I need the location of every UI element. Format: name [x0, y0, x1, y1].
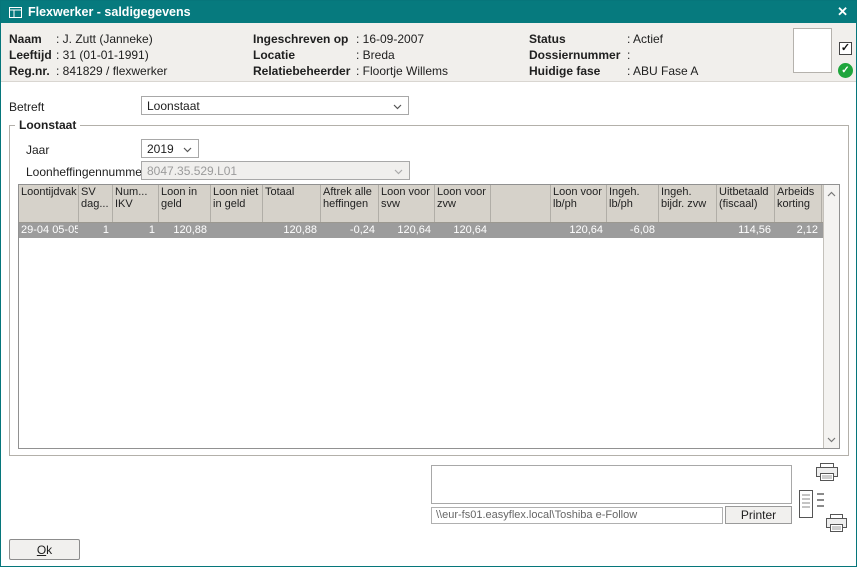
cell-loon-voor-zvw: 120,64 [435, 223, 491, 238]
printer-path-field[interactable]: \\eur-fs01.easyflex.local\Toshiba e-Foll… [431, 507, 723, 524]
info-column-personal: Naam: J. Zutt (Janneke) Leeftijd: 31 (01… [9, 32, 167, 80]
chevron-down-icon [394, 164, 403, 178]
printer-select-button[interactable] [795, 487, 851, 535]
info-label: Naam [9, 32, 56, 48]
info-column-status: Status: Actief Dossiernummer: Huidige fa… [529, 32, 698, 80]
status-ok-icon: ✓ [838, 63, 853, 78]
header-checkbox[interactable]: ✓ [839, 42, 852, 55]
jaar-dropdown[interactable]: 2019 [141, 139, 199, 158]
cell-uitbetaald-fiscaal: 114,56 [717, 223, 775, 238]
column-header: Loon niet in geld [211, 185, 263, 222]
info-value: : J. Zutt (Janneke) [56, 32, 167, 48]
info-value: : 841829 / flexwerker [56, 64, 167, 80]
info-label: Reg.nr. [9, 64, 56, 80]
cell-loontijdvak: 29-04 05-05 [19, 223, 79, 238]
groupbox-title: Loonstaat [15, 118, 80, 132]
info-column-registration: Ingeschreven op: 16-09-2007 Locatie: Bre… [253, 32, 448, 80]
page-icon [798, 489, 814, 519]
cell-ingeh-lbph: -6,08 [607, 223, 659, 238]
ok-button[interactable]: Ok [9, 539, 80, 560]
close-button[interactable]: ✕ [837, 1, 848, 23]
cell-nummer-ikv: 1 [113, 223, 159, 238]
flexwerker-saldigegevens-window: Flexwerker - saldigegevens ✕ Naam: J. Zu… [0, 0, 857, 567]
info-value: : ABU Fase A [627, 64, 698, 80]
titlebar: Flexwerker - saldigegevens ✕ [1, 1, 856, 23]
cell-loon-niet-in-geld [211, 223, 263, 238]
print-button[interactable] [807, 459, 847, 485]
column-header: Arbeids korting [775, 185, 822, 222]
scroll-down-button[interactable] [824, 432, 839, 447]
column-header: Loontijdvak [19, 185, 79, 222]
table-content: Loontijdvak SV dag... Num... IKV Loon in… [19, 185, 823, 448]
column-header: Loon voor lb/ph [551, 185, 607, 222]
column-header: Loon in geld [159, 185, 211, 222]
cell-loon-voor-lbph: 120,64 [551, 223, 607, 238]
info-label: Ingeschreven op [253, 32, 356, 48]
jaar-label: Jaar [26, 143, 49, 157]
column-header: Loon voor zvw [435, 185, 491, 222]
info-value: : Actief [627, 32, 698, 48]
info-value: : Floortje Willems [356, 64, 448, 80]
loonstaat-table: Loontijdvak SV dag... Num... IKV Loon in… [18, 184, 840, 449]
betreft-dropdown[interactable]: Loonstaat [141, 96, 409, 115]
column-header: Loon voor svw [379, 185, 435, 222]
printer-icon [814, 462, 840, 482]
chevron-down-icon [183, 142, 192, 156]
output-textbox[interactable] [431, 465, 792, 504]
column-header: Ingeh. lb/ph [607, 185, 659, 222]
loonstaat-groupbox: Loonstaat Jaar 2019 Loonheffingennummer … [9, 125, 849, 456]
photo-placeholder [793, 28, 832, 73]
column-header [491, 185, 551, 222]
jaar-dropdown-value: 2019 [147, 142, 174, 156]
window-icon [9, 7, 22, 18]
betreft-label: Betreft [9, 100, 44, 114]
info-label: Locatie [253, 48, 356, 64]
printer-small-icon [825, 513, 849, 533]
scroll-up-button[interactable] [824, 186, 839, 201]
printer-button[interactable]: Printer [725, 506, 792, 524]
cell-arbeidskorting: 2,12 [775, 223, 822, 238]
column-header: Num... IKV [113, 185, 159, 222]
chevron-down-icon [393, 99, 402, 113]
betreft-dropdown-value: Loonstaat [147, 99, 200, 113]
header-info-panel: Naam: J. Zutt (Janneke) Leeftijd: 31 (01… [1, 23, 856, 82]
info-label: Huidige fase [529, 64, 627, 80]
dash-marks-icon [817, 493, 824, 511]
info-value: : Breda [356, 48, 448, 64]
loonheffingennummer-dropdown-value: 8047.35.529.L01 [147, 164, 237, 178]
column-header: Aftrek alle heffingen [321, 185, 379, 222]
info-label: Status [529, 32, 627, 48]
cell-blank [491, 223, 551, 238]
column-header: Totaal [263, 185, 321, 222]
cell-loon-voor-svw: 120,64 [379, 223, 435, 238]
column-header: Ingeh. bijdr. zvw [659, 185, 717, 222]
info-value: : [627, 48, 698, 64]
cell-aftrek-alle-heffingen: -0,24 [321, 223, 379, 238]
loonheffingennummer-dropdown[interactable]: 8047.35.529.L01 [141, 161, 410, 180]
info-label: Leeftijd [9, 48, 56, 64]
vertical-scrollbar[interactable] [823, 185, 839, 448]
info-value: : 31 (01-01-1991) [56, 48, 167, 64]
column-header: SV dag... [79, 185, 113, 222]
ok-button-label: Ok [37, 543, 52, 557]
loonheffingennummer-label: Loonheffingennummer [26, 165, 146, 179]
info-label: Dossiernummer [529, 48, 627, 64]
cell-sv-dagen: 1 [79, 223, 113, 238]
info-label: Relatiebeheerder [253, 64, 356, 80]
window-title: Flexwerker - saldigegevens [28, 5, 191, 19]
column-header: Uitbetaald (fiscaal) [717, 185, 775, 222]
cell-loon-in-geld: 120,88 [159, 223, 211, 238]
table-row-selected[interactable]: 29-04 05-05 1 1 120,88 120,88 -0,24 120,… [19, 223, 823, 238]
info-value: : 16-09-2007 [356, 32, 448, 48]
table-header-row: Loontijdvak SV dag... Num... IKV Loon in… [19, 185, 823, 223]
cell-ingeh-bijdr-zvw [659, 223, 717, 238]
cell-totaal: 120,88 [263, 223, 321, 238]
